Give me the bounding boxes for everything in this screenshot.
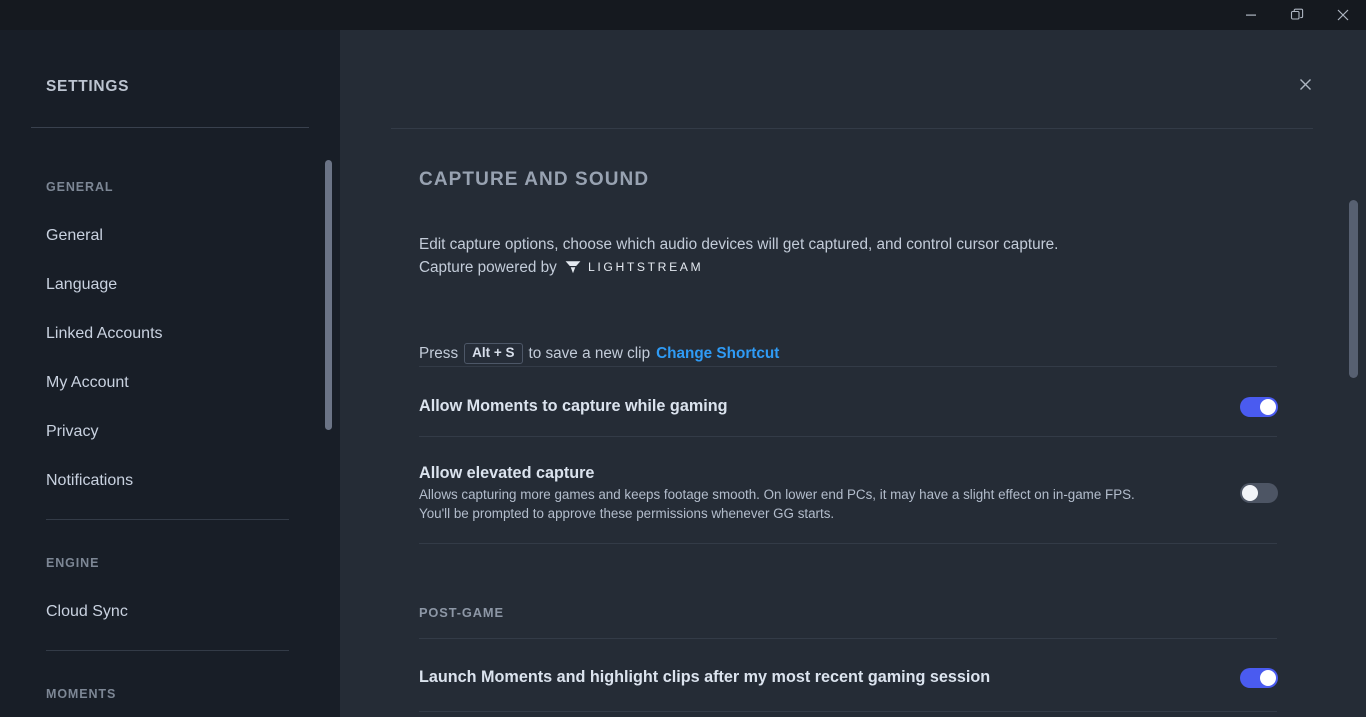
toggle-allow-elevated-capture[interactable]	[1240, 483, 1278, 503]
settings-main-panel: CAPTURE AND SOUND Edit capture options, …	[340, 30, 1366, 717]
shortcut-key-badge: Alt + S	[464, 343, 522, 364]
section-title: CAPTURE AND SOUND	[419, 169, 649, 191]
lightstream-mark-icon	[565, 260, 581, 274]
section-description-line2: Capture powered by	[419, 259, 557, 276]
sidebar-item-cloud-sync[interactable]: Cloud Sync	[46, 603, 128, 621]
setting-divider-1	[419, 436, 1277, 437]
toggle-launch-moments[interactable]	[1240, 668, 1278, 688]
sidebar-divider-1	[46, 519, 289, 520]
toggle-allow-moments-capture[interactable]	[1240, 397, 1278, 417]
main-scrollbar-track[interactable]	[1352, 100, 1362, 717]
sidebar-group-general: GENERAL	[46, 180, 113, 194]
sidebar-divider-2	[46, 650, 289, 651]
setting-divider-2	[419, 543, 1277, 544]
sidebar-item-general[interactable]: General	[46, 227, 103, 245]
minimize-icon	[1245, 9, 1257, 21]
lightstream-logo: LIGHTSTREAM	[565, 256, 703, 278]
setting-subtitle: Allows capturing more games and keeps fo…	[419, 486, 1154, 523]
sidebar-item-privacy[interactable]: Privacy	[46, 423, 98, 441]
toggle-knob	[1242, 485, 1258, 501]
sidebar-item-notifications[interactable]: Notifications	[46, 472, 133, 490]
setting-title: Allow Moments to capture while gaming	[419, 397, 1277, 416]
close-button[interactable]	[1320, 0, 1366, 30]
shortcut-row: Press Alt + S to save a new clip Change …	[419, 343, 779, 364]
sidebar-scroll-area: GENERAL General Language Linked Accounts…	[0, 30, 340, 717]
restore-icon	[1290, 8, 1304, 22]
sidebar-item-linked-accounts[interactable]: Linked Accounts	[46, 325, 163, 343]
shortcut-suffix: to save a new clip	[529, 345, 651, 363]
sidebar-group-moments: MOMENTS	[46, 687, 116, 701]
close-icon	[1336, 8, 1350, 22]
section-description: Edit capture options, choose which audio…	[419, 234, 1179, 279]
panel-content: CAPTURE AND SOUND Edit capture options, …	[340, 30, 1366, 717]
post-game-divider-bottom	[419, 711, 1277, 712]
setting-divider-top	[419, 366, 1277, 367]
shortcut-prefix: Press	[419, 345, 458, 363]
sidebar-scrollbar-track[interactable]	[326, 60, 334, 717]
setting-title: Launch Moments and highlight clips after…	[419, 668, 1277, 687]
setting-row-launch-moments: Launch Moments and highlight clips after…	[419, 668, 1277, 687]
post-game-divider-top	[419, 638, 1277, 639]
toggle-knob	[1260, 399, 1276, 415]
settings-sidebar: SETTINGS GENERAL General Language Linked…	[0, 30, 340, 717]
sidebar-group-engine: ENGINE	[46, 556, 99, 570]
minimize-button[interactable]	[1228, 0, 1274, 30]
group-label-post-game: POST-GAME	[419, 605, 504, 620]
window-titlebar	[0, 0, 1366, 30]
settings-window: SETTINGS GENERAL General Language Linked…	[0, 0, 1366, 717]
restore-button[interactable]	[1274, 0, 1320, 30]
setting-title: Allow elevated capture	[419, 464, 1277, 483]
lightstream-wordmark: LIGHTSTREAM	[588, 256, 703, 278]
toggle-knob	[1260, 670, 1276, 686]
main-scrollbar-thumb[interactable]	[1349, 200, 1358, 378]
setting-row-allow-moments-capture: Allow Moments to capture while gaming	[419, 397, 1277, 416]
sidebar-item-my-account[interactable]: My Account	[46, 374, 129, 392]
setting-row-allow-elevated-capture: Allow elevated capture Allows capturing …	[419, 464, 1277, 523]
sidebar-scrollbar-thumb[interactable]	[325, 160, 332, 430]
sidebar-item-language[interactable]: Language	[46, 276, 117, 294]
change-shortcut-link[interactable]: Change Shortcut	[656, 345, 779, 363]
section-description-line1: Edit capture options, choose which audio…	[419, 236, 1058, 253]
